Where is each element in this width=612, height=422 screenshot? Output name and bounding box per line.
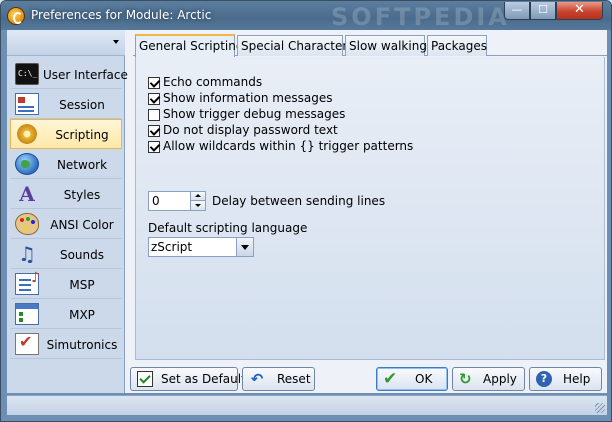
help-button[interactable]: ? Help <box>529 367 602 391</box>
scripting-language-label: Default scripting language <box>148 221 308 235</box>
tab-packages[interactable]: Packages <box>427 35 487 56</box>
undo-icon: ↶ <box>250 370 264 388</box>
sidebar-item-label: Network <box>56 158 108 172</box>
sidebar-item-label: Session <box>59 98 105 112</box>
sidebar-item-scripting[interactable]: Scripting <box>10 119 122 149</box>
help-icon: ? <box>536 371 552 387</box>
status-bar <box>7 395 607 415</box>
apply-icon: ↻ <box>459 370 472 388</box>
styles-icon: A <box>19 182 35 206</box>
delay-label: Delay between sending lines <box>212 194 386 208</box>
checkbox-label[interactable]: Show information messages <box>163 91 332 105</box>
chevron-down-icon[interactable] <box>113 40 119 44</box>
sidebar: C:\_ User Interface Session Scripting Ne… <box>7 30 128 393</box>
ok-button[interactable]: ✔ OK <box>376 367 448 391</box>
scripting-language-select[interactable]: zScript <box>148 237 254 257</box>
button-label: Apply <box>483 372 517 386</box>
tab-special-characters[interactable]: Special Characters <box>237 35 354 56</box>
sidebar-item-label: Scripting <box>55 128 109 142</box>
apply-button[interactable]: ↻ Apply <box>452 367 525 391</box>
gear-icon <box>15 123 39 145</box>
mxp-icon <box>15 303 39 325</box>
sidebar-item-label: MSP <box>69 278 95 292</box>
sidebar-item-user-interface[interactable]: C:\_ User Interface <box>10 59 128 89</box>
sidebar-header[interactable] <box>7 30 125 56</box>
sidebar-item-network[interactable]: Network <box>10 149 122 179</box>
checkbox[interactable] <box>148 141 160 153</box>
general-scripting-panel: Echo commands Show information messages … <box>135 57 605 360</box>
globe-icon <box>15 153 39 175</box>
checkbox[interactable] <box>148 77 160 89</box>
sidebar-item-ansi-color[interactable]: ANSI Color <box>10 209 122 239</box>
session-icon <box>15 93 39 115</box>
music-note-icon: ♫ <box>18 242 36 266</box>
reset-button[interactable]: ↶ Reset <box>242 367 315 391</box>
sidebar-item-mxp[interactable]: MXP <box>10 299 122 329</box>
scripting-language-value[interactable]: zScript <box>151 240 192 254</box>
msp-icon <box>15 270 40 295</box>
client-area: C:\_ User Interface Session Scripting Ne… <box>7 30 607 393</box>
content-area: General Scripting Special Characters Slo… <box>129 30 607 393</box>
button-label: Help <box>563 372 591 386</box>
button-label: OK <box>415 372 433 386</box>
stepper-up-icon[interactable] <box>190 192 205 201</box>
sidebar-item-session[interactable]: Session <box>10 89 122 119</box>
checkbox-label[interactable]: Allow wildcards within {} trigger patter… <box>163 139 413 153</box>
checkbox-label[interactable]: Do not display password text <box>163 123 338 137</box>
minimize-button[interactable]: — <box>504 2 530 20</box>
delay-stepper[interactable]: 0 <box>148 191 206 211</box>
set-as-default-button[interactable]: Set as Default <box>130 367 246 391</box>
sidebar-item-label: ANSI Color <box>50 218 114 232</box>
stepper-down-icon[interactable] <box>190 201 205 210</box>
checkbox[interactable] <box>148 125 160 137</box>
delay-value[interactable]: 0 <box>152 194 160 208</box>
sidebar-item-label: Styles <box>63 188 101 202</box>
checkbox[interactable] <box>148 109 160 121</box>
sidebar-item-label: MXP <box>69 308 95 322</box>
checkmark-icon: ✔ <box>383 369 398 389</box>
tab-slow-walking[interactable]: Slow walking <box>345 35 427 56</box>
sidebar-item-simutronics[interactable]: Simutronics <box>10 329 122 359</box>
checkbox-icon <box>137 371 153 387</box>
app-icon[interactable] <box>7 7 25 25</box>
resize-grip-icon[interactable] <box>595 403 605 413</box>
checkbox-label[interactable]: Show trigger debug messages <box>163 107 345 121</box>
button-label: Set as Default <box>161 372 246 386</box>
sidebar-item-label: User Interface <box>43 68 128 82</box>
title-bar[interactable]: Preferences for Module: Arctic SOFTPEDIA… <box>1 1 611 31</box>
sidebar-item-label: Sounds <box>59 248 105 262</box>
tab-general-scripting[interactable]: General Scripting <box>135 34 243 57</box>
tab-bar: General Scripting Special Characters Slo… <box>133 34 607 57</box>
checkbox[interactable] <box>148 93 160 105</box>
checkbox-icon <box>15 332 39 355</box>
sidebar-list: C:\_ User Interface Session Scripting Ne… <box>10 59 128 359</box>
sidebar-item-sounds[interactable]: ♫ Sounds <box>10 239 122 269</box>
chevron-down-icon[interactable] <box>236 238 253 256</box>
sidebar-item-styles[interactable]: A Styles <box>10 179 122 209</box>
checkbox-label[interactable]: Echo commands <box>163 75 262 89</box>
close-button[interactable]: ✕ <box>556 2 603 20</box>
window-title: Preferences for Module: Arctic <box>31 8 212 22</box>
sidebar-item-msp[interactable]: MSP <box>10 269 122 299</box>
button-label: Reset <box>277 372 311 386</box>
sidebar-item-label: Simutronics <box>46 338 118 352</box>
palette-icon <box>15 213 39 235</box>
terminal-icon: C:\_ <box>15 63 39 85</box>
preferences-window: Preferences for Module: Arctic SOFTPEDIA… <box>0 0 612 422</box>
maximize-button[interactable]: ☐ <box>530 2 556 20</box>
watermark: SOFTPEDIA <box>331 3 510 31</box>
